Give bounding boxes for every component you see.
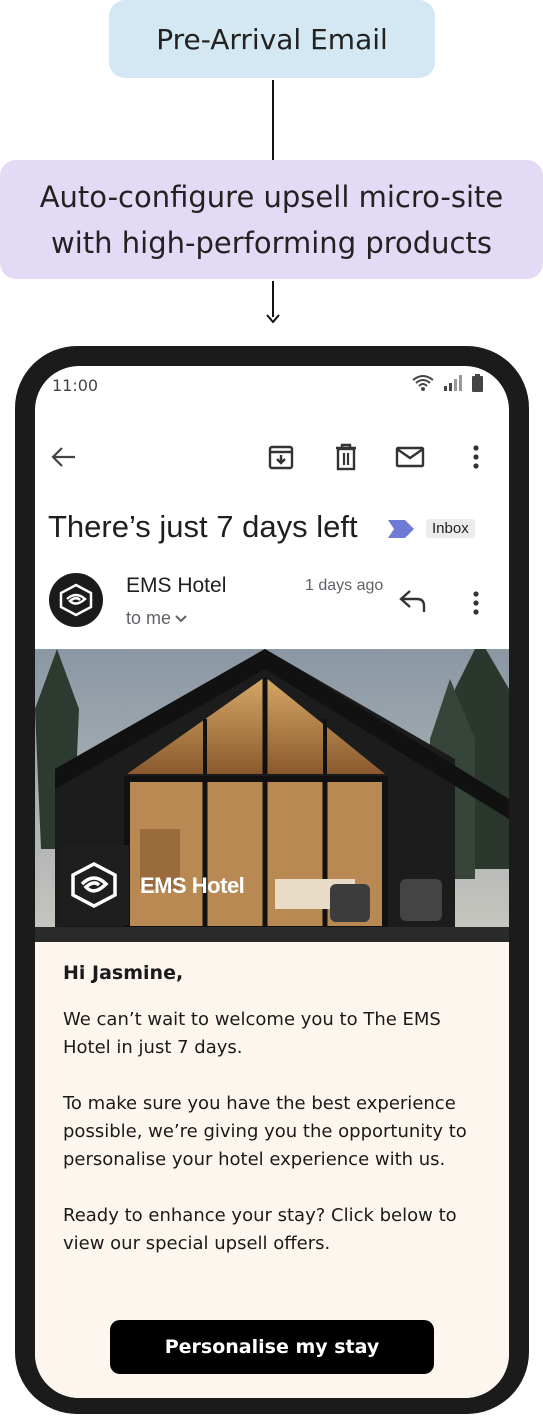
delete-icon[interactable] — [329, 440, 363, 474]
personalise-stay-button[interactable]: Personalise my stay — [110, 1320, 434, 1374]
avatar — [49, 573, 103, 627]
sender-name: EMS Hotel — [126, 574, 227, 597]
email-subject: There’s just 7 days left — [48, 509, 358, 544]
hotel-hero-image: EMS Hotel — [35, 649, 509, 942]
label-importance-icon — [388, 520, 414, 538]
recipient-label: to me — [126, 608, 172, 628]
archive-icon[interactable] — [264, 440, 298, 474]
battery-icon — [472, 374, 483, 392]
phone-frame: 11:00 There’s just 7 days left Inbox EMS… — [15, 346, 529, 1414]
more-vert-icon[interactable] — [465, 586, 487, 620]
back-arrow-icon[interactable] — [47, 440, 81, 474]
chevron-down-icon — [175, 614, 187, 622]
flow-step-auto-configure: Auto-configure upsell micro-site with hi… — [0, 160, 543, 279]
signal-icon — [444, 375, 462, 391]
inbox-label-chip[interactable]: Inbox — [426, 519, 475, 538]
flow-step-pre-arrival-email: Pre-Arrival Email — [109, 0, 435, 78]
email-timestamp: 1 days ago — [305, 577, 384, 594]
email-greeting: Hi Jasmine, — [63, 962, 184, 984]
ems-logo-icon — [59, 583, 93, 617]
wifi-icon — [412, 375, 434, 391]
ems-logo-icon — [59, 845, 129, 925]
phone-screen: 11:00 There’s just 7 days left Inbox EMS… — [35, 366, 509, 1398]
flow-connector-line — [272, 80, 274, 160]
email-body: Hi Jasmine, We can’t wait to welcome you… — [35, 942, 509, 1398]
flow-step-label: Auto-configure upsell micro-site with hi… — [39, 179, 504, 260]
status-time: 11:00 — [52, 376, 99, 395]
status-bar: 11:00 — [35, 366, 509, 406]
hero-brand-name: EMS Hotel — [140, 873, 245, 898]
email-paragraph: Ready to enhance your stay? Click below … — [63, 1205, 457, 1254]
flow-step-label: Pre-Arrival Email — [156, 22, 388, 56]
recipient-toggle[interactable]: to me — [126, 608, 187, 629]
email-toolbar — [35, 436, 509, 478]
arrow-down-icon — [266, 314, 280, 324]
mail-icon[interactable] — [393, 440, 427, 474]
reply-icon[interactable] — [398, 588, 428, 618]
email-paragraph: We can’t wait to welcome you to The EMS … — [63, 1009, 441, 1058]
email-paragraph: To make sure you have the best experienc… — [63, 1093, 467, 1170]
more-vert-icon[interactable] — [459, 440, 493, 474]
